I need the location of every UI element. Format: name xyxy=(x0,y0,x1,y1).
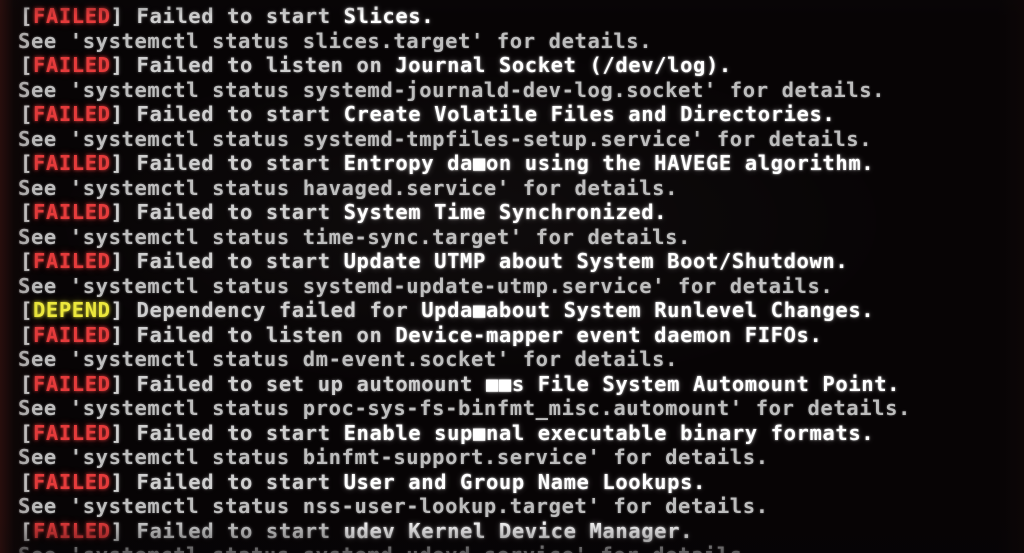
console-status-line: [FAILED] Failed to start udev Kernel Dev… xyxy=(0,519,1024,544)
unit-name: Journal Socket (/dev/log). xyxy=(395,53,732,77)
unit-name: ■■s File System Automount Point. xyxy=(485,371,901,396)
status-badge-failed: FAILED xyxy=(32,469,111,494)
bracket-open: [ xyxy=(20,322,33,347)
hint-text: See 'systemctl status time-sync.target' … xyxy=(18,224,691,249)
bracket-open: [ xyxy=(20,420,33,445)
unit-name: Entropy da■on using the HAVEGE algorithm… xyxy=(343,151,875,175)
console-status-line: [FAILED] Failed to start User and Group … xyxy=(0,470,1024,495)
hint-text: See 'systemctl status binfmt-support.ser… xyxy=(18,445,769,469)
bracket-close: ] xyxy=(110,518,137,543)
unit-name: Slices. xyxy=(343,4,435,28)
console-hint-line: See 'systemctl status havaged.service' f… xyxy=(0,176,1024,201)
console-status-line: [FAILED] Failed to start Create Volatile… xyxy=(0,102,1024,127)
bracket-open: [ xyxy=(20,200,33,224)
bracket-open: [ xyxy=(20,371,33,396)
console-hint-line: See 'systemctl status slices.target' for… xyxy=(0,29,1024,54)
bracket-close: ] xyxy=(110,298,137,322)
console-status-line: [FAILED] Failed to start Slices. xyxy=(0,4,1024,29)
console-output: [FAILED] Failed to start Slices. See 'sys… xyxy=(0,0,1024,553)
status-badge-failed: FAILED xyxy=(32,53,111,77)
bracket-open: [ xyxy=(20,151,33,175)
console-hint-line: See 'systemctl status systemd-tmpfiles-s… xyxy=(0,127,1024,152)
status-badge-failed: FAILED xyxy=(32,322,111,347)
console-hint-line: See 'systemctl status systemd-update-utm… xyxy=(0,274,1024,299)
console-status-line: [DEPEND] Dependency failed for Upda■abou… xyxy=(0,298,1024,323)
console-status-line: [FAILED] Failed to start Update UTMP abo… xyxy=(0,249,1024,274)
console-status-line: [FAILED] Failed to start Entropy da■on u… xyxy=(0,151,1024,176)
bracket-close: ] xyxy=(110,371,137,396)
hint-text: See 'systemctl status systemd-tmpfiles-s… xyxy=(18,126,873,151)
unit-name: Upda■about System Runlevel Changes. xyxy=(421,298,875,322)
console-hint-line: See 'systemctl status binfmt-support.ser… xyxy=(0,445,1024,470)
console-hint-line: See 'systemctl status dm-event.socket' f… xyxy=(0,347,1024,372)
hint-text: See 'systemctl status systemd-update-utm… xyxy=(18,273,834,298)
console-status-line: [FAILED] Failed to start Enable sup■nal … xyxy=(0,421,1024,446)
console-hint-line: See 'systemctl status systemd-udevd.serv… xyxy=(0,543,1024,553)
bracket-open: [ xyxy=(20,518,33,543)
bracket-open: [ xyxy=(20,102,33,126)
status-message: Failed to start xyxy=(136,200,344,224)
bracket-close: ] xyxy=(110,420,137,445)
hint-text: See 'systemctl status dm-event.socket' f… xyxy=(18,347,679,371)
boot-console-screen: [FAILED] Failed to start Slices. See 'sys… xyxy=(0,0,1024,553)
bracket-open: [ xyxy=(20,53,33,77)
console-hint-line: See 'systemctl status time-sync.target' … xyxy=(0,225,1024,250)
bracket-open: [ xyxy=(20,298,33,322)
console-hint-line: See 'systemctl status nss-user-lookup.ta… xyxy=(0,494,1024,519)
console-status-line: [FAILED] Failed to listen on Journal Soc… xyxy=(0,53,1024,78)
unit-name: udev Kernel Device Manager. xyxy=(343,518,694,543)
status-badge-failed: FAILED xyxy=(32,151,111,175)
status-message: Failed to listen on xyxy=(136,322,396,347)
status-message: Failed to start xyxy=(136,4,344,28)
status-badge-failed: FAILED xyxy=(32,4,111,28)
bracket-open: [ xyxy=(20,249,33,273)
status-message: Failed to start xyxy=(136,249,344,273)
status-badge-failed: FAILED xyxy=(32,420,111,445)
bracket-close: ] xyxy=(110,200,137,224)
bracket-close: ] xyxy=(110,469,137,494)
hint-text: See 'systemctl status systemd-journald-d… xyxy=(18,77,886,102)
bracket-open: [ xyxy=(20,469,33,494)
bracket-close: ] xyxy=(110,4,137,28)
status-message: Failed to start xyxy=(136,102,344,126)
bracket-open: [ xyxy=(20,4,33,28)
bracket-close: ] xyxy=(110,249,137,273)
status-badge-failed: FAILED xyxy=(32,200,111,224)
unit-name: Enable sup■nal executable binary formats… xyxy=(343,420,875,445)
status-message: Dependency failed for xyxy=(136,298,422,322)
status-message: Failed to start xyxy=(136,518,344,543)
hint-text: See 'systemctl status havaged.service' f… xyxy=(18,175,679,200)
hint-text: See 'systemctl status slices.target' for… xyxy=(18,28,653,53)
unit-name: User and Group Name Lookups. xyxy=(343,469,706,494)
status-badge-failed: FAILED xyxy=(32,371,111,396)
bracket-close: ] xyxy=(110,102,137,126)
status-badge-failed: FAILED xyxy=(32,518,111,543)
status-badge-failed: FAILED xyxy=(32,249,111,273)
status-badge-depend: DEPEND xyxy=(32,298,111,322)
console-status-line: [FAILED] Failed to listen on Device-mapp… xyxy=(0,323,1024,348)
bracket-close: ] xyxy=(110,53,137,77)
console-hint-line: See 'systemctl status proc-sys-fs-binfmt… xyxy=(0,396,1024,421)
hint-text: See 'systemctl status nss-user-lookup.ta… xyxy=(18,494,769,518)
hint-text: See 'systemctl status systemd-udevd.serv… xyxy=(18,543,756,553)
console-status-line: [FAILED] Failed to set up automount ■■s … xyxy=(0,372,1024,397)
unit-name: Update UTMP about System Boot/Shutdown. xyxy=(343,249,849,273)
bracket-close: ] xyxy=(110,151,137,175)
unit-name: Create Volatile Files and Directories. xyxy=(343,102,836,126)
console-status-line: [FAILED] Failed to start System Time Syn… xyxy=(0,200,1024,225)
status-badge-failed: FAILED xyxy=(32,102,111,126)
status-message: Failed to start xyxy=(136,420,344,445)
unit-name: Device-mapper event daemon FIFOs. xyxy=(395,322,823,347)
bracket-close: ] xyxy=(110,322,137,347)
status-message: Failed to start xyxy=(136,469,344,494)
hint-text: See 'systemctl status proc-sys-fs-binfmt… xyxy=(18,396,912,420)
console-hint-line: See 'systemctl status systemd-journald-d… xyxy=(0,78,1024,103)
unit-name: System Time Synchronized. xyxy=(343,200,668,224)
status-message: Failed to set up automount xyxy=(136,371,486,396)
status-message: Failed to start xyxy=(136,151,344,175)
status-message: Failed to listen on xyxy=(136,53,396,77)
